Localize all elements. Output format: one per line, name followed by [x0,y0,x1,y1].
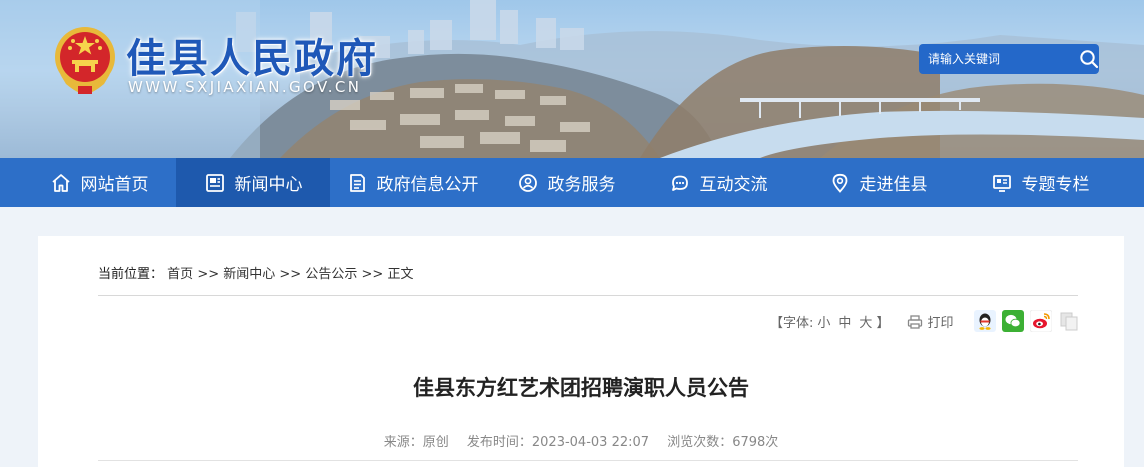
home-icon [51,173,70,192]
nav-item-home[interactable]: 网站首页 [22,158,176,207]
print-label: 打印 [927,316,954,331]
printer-icon [908,314,923,329]
font-medium-button[interactable]: 中 [838,312,851,331]
site-url: WWW.SXJIAXIAN.GOV.CN [128,78,362,96]
source-label: 来源： [383,435,423,450]
nav-item-label: 走进佳县 [859,175,928,195]
wechat-share-button[interactable] [1002,310,1024,332]
header-banner: 佳县人民政府 WWW.SXJIAXIAN.GOV.CN [0,0,1144,158]
breadcrumb-separator: >> [361,267,384,282]
news-icon [205,173,224,192]
chat-icon [671,175,688,191]
breadcrumb-separator: >> [197,267,220,282]
font-size-label: 【字体: [770,316,814,331]
nav-item-label: 网站首页 [80,175,149,195]
service-icon [518,173,537,192]
nav-item-about[interactable]: 走进佳县 [798,158,958,207]
article-title: 佳县东方红艺术团招聘演职人员公告 [413,376,749,400]
date-value: 2023-04-03 22:07 [531,435,650,450]
qq-icon [974,310,996,332]
print-button[interactable]: 打印 [907,312,953,331]
date-label: 发布时间： [466,435,532,450]
article-date: 发布时间：2023-04-03 22:07 [467,435,649,450]
national-emblem-icon [55,27,115,94]
font-large-button[interactable]: 大 [859,312,872,331]
main-nav: 网站首页 新闻中心 政府信息公开 政务服务 互动交流 走进佳县 专题专栏 [0,158,1144,207]
article-card: 当前位置： 首页 >> 新闻中心 >> 公告公示 >> 正文 【字体: 小 中 … [38,236,1124,467]
breadcrumb-notices[interactable]: 公告公示 [305,267,357,282]
search-input[interactable] [919,44,1078,74]
copy-icon [1060,312,1078,331]
breadcrumb-separator: >> [279,267,302,282]
nav-item-label: 政府信息公开 [376,175,479,195]
font-size-bracket: 】 [876,316,890,331]
breadcrumb-news[interactable]: 新闻中心 [223,267,275,282]
meta-divider [98,460,1078,461]
font-small-button[interactable]: 小 [817,312,830,331]
column-icon [992,174,1011,192]
breadcrumb-home[interactable]: 首页 [167,267,193,282]
breadcrumb-label: 当前位置： [98,267,164,282]
weibo-icon [1029,309,1053,333]
nav-item-interaction[interactable]: 互动交流 [638,158,798,207]
breadcrumb-current: 正文 [387,267,414,282]
weibo-share-button[interactable] [1029,309,1053,333]
views-value: 6798次 [732,435,779,450]
search-box [919,44,1099,74]
article-views: 浏览次数：6798次 [667,435,778,450]
search-icon [1079,50,1098,69]
nav-item-label: 专题专栏 [1021,175,1090,195]
nav-item-news[interactable]: 新闻中心 [176,158,330,207]
nav-item-label: 新闻中心 [234,175,303,195]
article-meta: 来源：原创 发布时间：2023-04-03 22:07 浏览次数：6798次 [38,431,1124,450]
nav-item-label: 政务服务 [547,175,616,195]
views-label: 浏览次数： [667,435,733,450]
breadcrumb: 当前位置： 首页 >> 新闻中心 >> 公告公示 >> 正文 [98,263,1078,296]
nav-item-services[interactable]: 政务服务 [494,158,638,207]
nav-item-label: 互动交流 [699,175,768,195]
wechat-icon [1002,310,1024,332]
article-source: 来源：原创 [384,435,449,450]
site-title: 佳县人民政府 [126,36,378,82]
nav-item-gov-info[interactable]: 政府信息公开 [330,158,494,207]
copy-link-button[interactable] [1058,310,1080,332]
share-bar [974,309,1080,333]
article-tools: 【字体: 小 中 大 】 打印 [770,312,953,331]
nav-item-topics[interactable]: 专题专栏 [958,158,1122,207]
document-icon [349,173,365,192]
search-button[interactable] [1078,44,1099,74]
source-value: 原创 [422,435,449,450]
qq-share-button[interactable] [974,310,996,332]
location-icon [832,173,847,193]
